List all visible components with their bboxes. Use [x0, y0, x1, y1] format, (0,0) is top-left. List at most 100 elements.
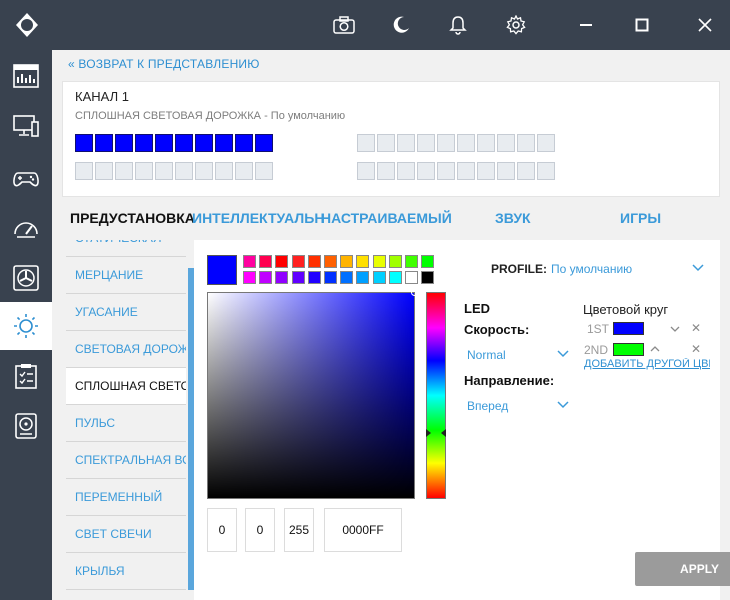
led-cell: [497, 162, 515, 180]
palette-swatch[interactable]: [243, 255, 256, 268]
preset-spectral-wave[interactable]: СПЕКТРАЛЬНАЯ ВОЛНА: [66, 442, 186, 479]
led-cell: [235, 134, 253, 152]
palette-swatch[interactable]: [324, 271, 337, 284]
sidebar-item-clipboard[interactable]: [0, 352, 52, 400]
sidebar-item-dashboard[interactable]: [0, 52, 52, 100]
palette-swatch[interactable]: [291, 271, 305, 284]
led-cell: [357, 134, 375, 152]
palette-swatch[interactable]: [405, 255, 418, 268]
hex-input[interactable]: 0000FF: [324, 508, 402, 552]
palette-swatch[interactable]: [275, 255, 289, 268]
led-cell: [517, 162, 535, 180]
sidebar-item-gamepad[interactable]: [0, 154, 52, 202]
tab-preset[interactable]: ПРЕДУСТАНОВКА: [70, 210, 195, 226]
palette-swatch[interactable]: [421, 271, 435, 284]
palette-swatch[interactable]: [421, 255, 435, 268]
mode-tabs: ПРЕДУСТАНОВКА ИНТЕЛЛЕКТУАЛЬНЫЙ НАСТРАИВА…: [52, 210, 730, 232]
maximize-icon[interactable]: [617, 0, 667, 50]
preset-light-track[interactable]: СВЕТОВАЯ ДОРОЖКА: [66, 331, 186, 368]
sidebar-item-lighting[interactable]: [0, 302, 52, 350]
led-cell: [377, 134, 395, 152]
sidebar-item-monitor[interactable]: [0, 102, 52, 150]
preset-alternating[interactable]: ПЕРЕМЕННЫЙ: [66, 479, 186, 516]
tab-games[interactable]: ИГРЫ: [620, 210, 661, 226]
led-cell: [477, 134, 495, 152]
preset-flicker[interactable]: МЕРЦАНИЕ: [66, 257, 186, 294]
red-input[interactable]: 0: [207, 508, 237, 552]
tab-intelligent[interactable]: ИНТЕЛЛЕКТУАЛЬНЫЙ: [192, 210, 322, 226]
palette-swatch[interactable]: [372, 271, 386, 284]
preset-candle-light[interactable]: СВЕТ СВЕЧИ: [66, 516, 186, 553]
hue-arrow-right: [441, 429, 446, 437]
slot-2-chevron-up-icon[interactable]: [650, 345, 660, 352]
profile-label: PROFILE:: [491, 262, 547, 276]
hue-arrow-left: [426, 429, 431, 437]
blue-input[interactable]: 255: [284, 508, 314, 552]
green-input[interactable]: 0: [245, 508, 275, 552]
led-cell: [397, 162, 415, 180]
palette-swatch[interactable]: [243, 271, 256, 284]
palette-swatch[interactable]: [259, 271, 273, 284]
preset-fade[interactable]: УГАСАНИЕ: [66, 294, 186, 331]
camera-icon[interactable]: [319, 0, 369, 50]
palette-swatch[interactable]: [356, 271, 370, 284]
led-cell: [175, 162, 193, 180]
back-link[interactable]: « ВОЗВРАТ К ПРЕДСТАВЛЕНИЮ: [68, 57, 260, 71]
color-wheel-title: Цветовой круг: [583, 302, 669, 317]
palette-swatch[interactable]: [275, 271, 289, 284]
minimize-icon[interactable]: [561, 0, 611, 50]
add-color-link[interactable]: ДОБАВИТЬ ДРУГОЙ ЦВЕТ: [584, 358, 710, 370]
palette-swatch[interactable]: [388, 271, 402, 284]
slot-1-chevron-down-icon[interactable]: [670, 326, 680, 333]
hue-slider[interactable]: [426, 292, 446, 499]
close-icon[interactable]: [680, 0, 730, 50]
preset-solid-light-track[interactable]: СПЛОШНАЯ СВЕТОВАЯ ДОРОЖКА: [66, 368, 186, 405]
palette-swatch[interactable]: [291, 255, 305, 268]
led-grid-right: [357, 134, 555, 180]
led-cell: [155, 134, 173, 152]
palette-swatch[interactable]: [405, 271, 418, 284]
sidebar-item-storage[interactable]: [0, 402, 52, 450]
moon-icon[interactable]: [376, 0, 426, 50]
app-window: « ВОЗВРАТ К ПРЕДСТАВЛЕНИЮ КАНАЛ 1 СПЛОШН…: [0, 0, 730, 600]
saturation-value-picker[interactable]: [207, 289, 418, 499]
palette-swatch[interactable]: [259, 255, 273, 268]
bell-icon[interactable]: [433, 0, 483, 50]
preset-static[interactable]: СТАТИЧЕСКАЯ: [66, 240, 186, 257]
direction-dropdown[interactable]: Вперед: [467, 399, 508, 413]
preset-pulse[interactable]: ПУЛЬС: [66, 405, 186, 442]
palette-swatch[interactable]: [340, 271, 354, 284]
gamepad-icon: [13, 172, 39, 187]
logo-icon: [2, 0, 52, 50]
palette-swatch[interactable]: [307, 255, 321, 268]
sidebar-item-speedometer[interactable]: [0, 204, 52, 252]
direction-chevron-down-icon[interactable]: [557, 401, 569, 409]
title-bar: [0, 0, 730, 50]
led-cell: [397, 134, 415, 152]
palette-swatch[interactable]: [340, 255, 354, 268]
speed-dropdown[interactable]: Normal: [467, 348, 506, 362]
picker-marker[interactable]: [411, 289, 418, 296]
speed-chevron-down-icon[interactable]: [557, 350, 569, 358]
slot-1-remove-icon[interactable]: ✕: [691, 321, 701, 335]
apply-button[interactable]: APPLY: [635, 552, 730, 586]
sidebar-item-fan[interactable]: [0, 254, 52, 302]
sidebar: [0, 50, 52, 600]
profile-chevron-down-icon[interactable]: [692, 264, 704, 272]
led-cell: [417, 134, 435, 152]
palette-swatch[interactable]: [307, 271, 321, 284]
palette-swatch[interactable]: [372, 255, 386, 268]
led-cell: [235, 162, 253, 180]
speed-label: Скорость:: [464, 322, 530, 337]
slot-1-color[interactable]: [613, 322, 644, 335]
palette-swatch[interactable]: [356, 255, 370, 268]
slot-2-remove-icon[interactable]: ✕: [691, 342, 701, 356]
gear-icon[interactable]: [491, 0, 541, 50]
profile-dropdown[interactable]: По умолчанию: [551, 262, 632, 276]
tab-sound[interactable]: ЗВУК: [495, 210, 531, 226]
preset-wings[interactable]: КРЫЛЬЯ: [66, 553, 186, 590]
palette-swatch[interactable]: [388, 255, 402, 268]
tab-custom[interactable]: НАСТРАИВАЕМЫЙ: [321, 210, 452, 226]
palette-swatch[interactable]: [324, 255, 337, 268]
slot-2-color[interactable]: [613, 343, 644, 356]
